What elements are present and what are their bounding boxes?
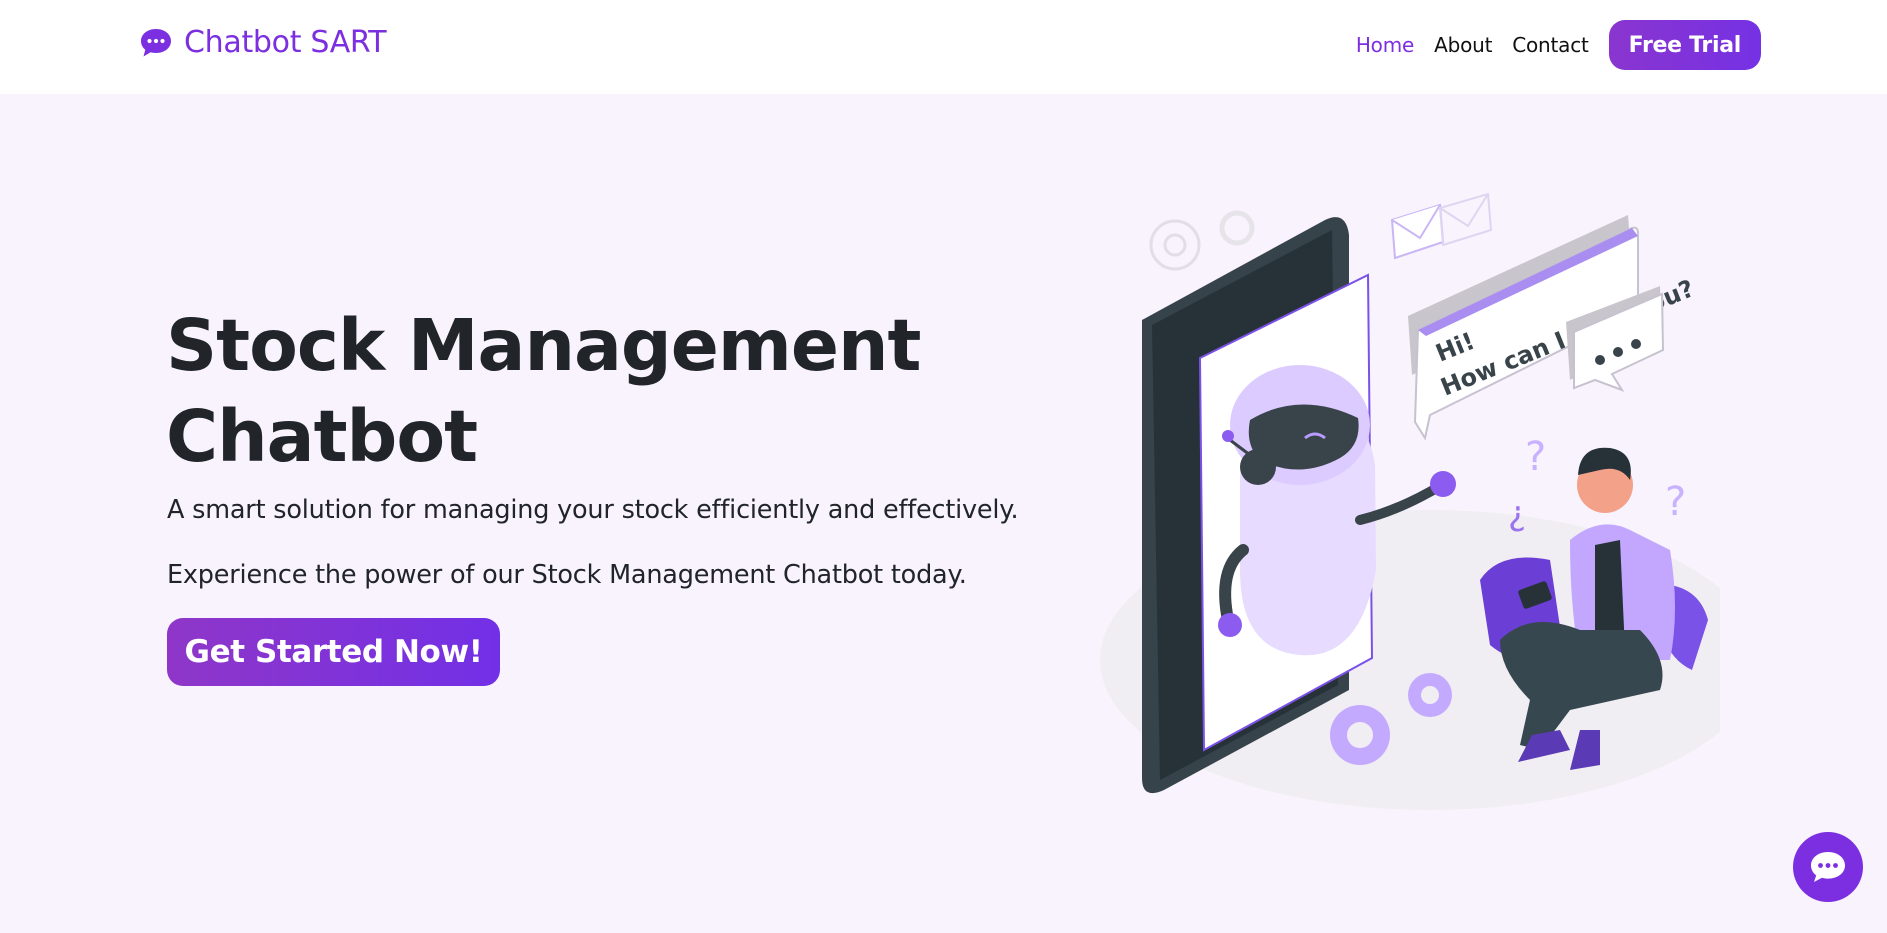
brand-link[interactable]: Chatbot SART: [139, 25, 387, 60]
nav-menu: Home About Contact Free Trial: [1356, 20, 1761, 70]
hero-title-line-2: Chatbot: [166, 395, 478, 478]
hero-title: Stock Management Chatbot: [166, 300, 926, 482]
gear-icon: [1219, 210, 1255, 246]
question-mark-icon: ?: [1525, 434, 1546, 480]
get-started-button[interactable]: Get Started Now!: [167, 618, 500, 686]
question-mark-icon: ?: [1665, 479, 1686, 525]
brand-name: Chatbot SART: [184, 25, 387, 60]
nav-link-home[interactable]: Home: [1356, 33, 1414, 57]
nav-link-about[interactable]: About: [1434, 33, 1492, 57]
hero-tagline: Experience the power of our Stock Manage…: [167, 560, 967, 590]
envelope-icon: [1438, 192, 1493, 247]
envelope-icon: [1390, 203, 1445, 260]
gear-icon: [1330, 705, 1390, 765]
gear-icon: [1408, 673, 1452, 717]
hero-subtitle: A smart solution for managing your stock…: [167, 495, 1019, 525]
chat-bubble-icon: [1811, 852, 1845, 882]
gear-icon: [1149, 219, 1201, 271]
nav-link-contact[interactable]: Contact: [1512, 33, 1589, 57]
chat-widget-button[interactable]: [1793, 832, 1863, 902]
hero-title-line-1: Stock Management: [166, 304, 921, 387]
question-mark-icon: ¿: [1508, 494, 1526, 534]
free-trial-button[interactable]: Free Trial: [1608, 20, 1761, 70]
chatbot-illustration: Hi! How can I help you? ? ? ¿: [1100, 192, 1720, 810]
navbar: Chatbot SART Home About Contact Free Tri…: [0, 0, 1887, 94]
chat-bubble-icon: [141, 28, 171, 56]
